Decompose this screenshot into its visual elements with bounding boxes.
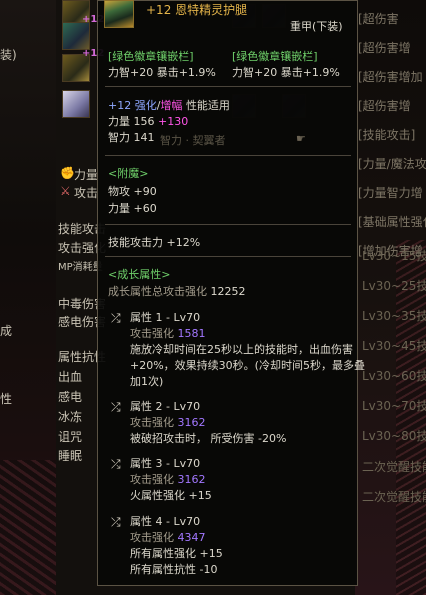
right-list-item[interactable]: [超伤害增加	[358, 68, 426, 86]
right-list-item[interactable]: Lv30~60技能	[362, 367, 426, 385]
shuffle-icon: ⤮	[111, 457, 121, 471]
intelligence-label: 智力	[108, 131, 130, 144]
character-stats-panel	[0, 0, 57, 595]
growth-attr-desc: 所有属性抗性 -10	[130, 563, 218, 576]
growth-attr-name: 属性 1 - Lv70	[130, 311, 201, 324]
left-label-bleed: 出血	[58, 370, 83, 384]
reinforce-amplify: 增幅	[160, 99, 183, 112]
emblem-slot-stats: 力智+20 暴击+1.9%	[232, 66, 340, 79]
growth-attr-atk: 攻击强化 1581	[130, 327, 206, 340]
left-label-strength: 力量	[74, 168, 99, 182]
strength-bonus: +130	[158, 115, 189, 128]
item-type: 重甲(下装)	[290, 20, 343, 33]
tooltip-divider	[105, 155, 351, 156]
pin-icon: ☛	[296, 132, 306, 145]
right-list-item[interactable]: [技能攻击]	[358, 126, 426, 144]
growth-total-value: 12252	[210, 285, 246, 298]
equipment-slot[interactable]	[62, 90, 90, 118]
right-list-item[interactable]: 二次觉醒技能	[362, 458, 426, 476]
enchant-line: 物攻 +90	[108, 185, 157, 198]
background-set-label: 智力 · 契翼者	[160, 134, 226, 147]
shuffle-icon: ⤮	[111, 515, 121, 529]
growth-attr-atk-label: 攻击强化	[130, 531, 174, 544]
tooltip-divider	[105, 86, 351, 87]
growth-attr-name: 属性 3 - Lv70	[130, 457, 201, 470]
left-label-freeze: 冰冻	[58, 410, 83, 424]
shuffle-icon: ⤮	[111, 400, 121, 414]
left-label-attack: 攻击	[74, 186, 99, 200]
growth-attr-atk: 攻击强化 3162	[130, 416, 206, 429]
intelligence-value: 141	[133, 131, 155, 144]
right-list-item[interactable]: Lv30~25技能	[362, 277, 426, 295]
growth-total-label: 成长属性总攻击强化	[108, 285, 207, 298]
strength-base: 156	[133, 115, 155, 128]
growth-attr-atk: 攻击强化 3162	[130, 473, 206, 486]
emblem-slot-stats: 力智+20 暴击+1.9%	[108, 66, 216, 79]
tooltip-divider	[105, 224, 351, 225]
item-name: +12 恩特精灵护腿	[146, 3, 248, 17]
right-list-item[interactable]: 二次觉醒技能	[362, 488, 426, 506]
growth-attr-desc: 所有属性强化 +15	[130, 547, 223, 560]
left-label-edge-2: 性	[0, 392, 13, 406]
left-label-edge-1: 成	[0, 324, 13, 338]
intelligence-line: 智力 141	[108, 131, 155, 144]
reinforce-level: +12	[108, 99, 132, 112]
reinforce-suffix: 性能适用	[185, 99, 230, 112]
emblem-slot-title: [绿色徽章镶嵌栏]	[232, 50, 318, 63]
equipment-slot[interactable]	[62, 22, 90, 50]
strength-label: 力量	[108, 115, 130, 128]
strength-icon: ✊	[60, 166, 75, 180]
left-label-sleep: 睡眠	[58, 449, 83, 463]
tooltip-divider	[105, 256, 351, 257]
growth-attr-desc: 加1次)	[130, 375, 164, 388]
growth-attr-desc: +20%，效果持续30秒。(冷却时间5秒，最多叠	[130, 359, 365, 372]
enchant-line: 力量 +60	[108, 202, 157, 215]
growth-attr-name: 属性 4 - Lv70	[130, 515, 201, 528]
shuffle-icon: ⤮	[111, 311, 121, 325]
reinforce-enhance: 强化	[134, 99, 157, 112]
right-list-item[interactable]: Lv30~45技能	[362, 337, 426, 355]
right-list-item[interactable]: Lv30~70技能	[362, 397, 426, 415]
right-list-item[interactable]: [超伤害	[358, 10, 426, 28]
growth-attr-name: 属性 2 - Lv70	[130, 400, 201, 413]
strength-line: 力量 156 +130	[108, 115, 188, 128]
growth-title: <成长属性>	[108, 268, 171, 281]
left-label-shock: 感电	[58, 390, 83, 404]
growth-attr-atk-label: 攻击强化	[130, 327, 174, 340]
growth-attr-atk-value: 3162	[177, 416, 206, 429]
right-list-item[interactable]: [基础属性强化	[358, 213, 426, 231]
emblem-slot-title: [绿色徽章镶嵌栏]	[108, 50, 194, 63]
right-list-item[interactable]: [力量智力增	[358, 184, 426, 202]
right-list-item[interactable]: [力量/魔法攻击]	[358, 155, 426, 173]
growth-attr-atk-value: 1581	[177, 327, 206, 340]
left-label-curse: 诅咒	[58, 430, 83, 444]
growth-attr-atk-value: 4347	[177, 531, 206, 544]
growth-attr-desc: 火属性强化 +15	[130, 489, 212, 502]
growth-attr-desc: 施放冷却时间在25秒以上的技能时，出血伤害	[130, 343, 353, 356]
left-label-slot-type: 装)	[0, 48, 17, 62]
growth-total: 成长属性总攻击强化 12252	[108, 285, 246, 298]
right-list-item[interactable]: Lv30~35技能	[362, 307, 426, 325]
item-icon	[104, 0, 134, 28]
growth-attr-atk-value: 3162	[177, 473, 206, 486]
growth-attr-atk-label: 攻击强化	[130, 473, 174, 486]
attack-icon: ⚔	[60, 184, 71, 198]
right-list-item[interactable]: [超伤害增	[358, 39, 426, 57]
enchant-title: <附魔>	[108, 167, 149, 180]
growth-attr-desc: 被破招攻击时， 所受伤害 -20%	[130, 432, 287, 445]
reinforce-line: +12 强化/增幅 性能适用	[108, 99, 230, 112]
right-list-item[interactable]: Lv30~15技能	[362, 247, 426, 265]
skill-attack-line: 技能攻击力 +12%	[108, 236, 201, 249]
right-list-item[interactable]: Lv30~80技能	[362, 427, 426, 445]
left-label-mp-cost: MP消耗量	[58, 262, 103, 273]
growth-attr-atk-label: 攻击强化	[130, 416, 174, 429]
growth-attr-atk: 攻击强化 4347	[130, 531, 206, 544]
right-list-item[interactable]: [超伤害增	[358, 97, 426, 115]
